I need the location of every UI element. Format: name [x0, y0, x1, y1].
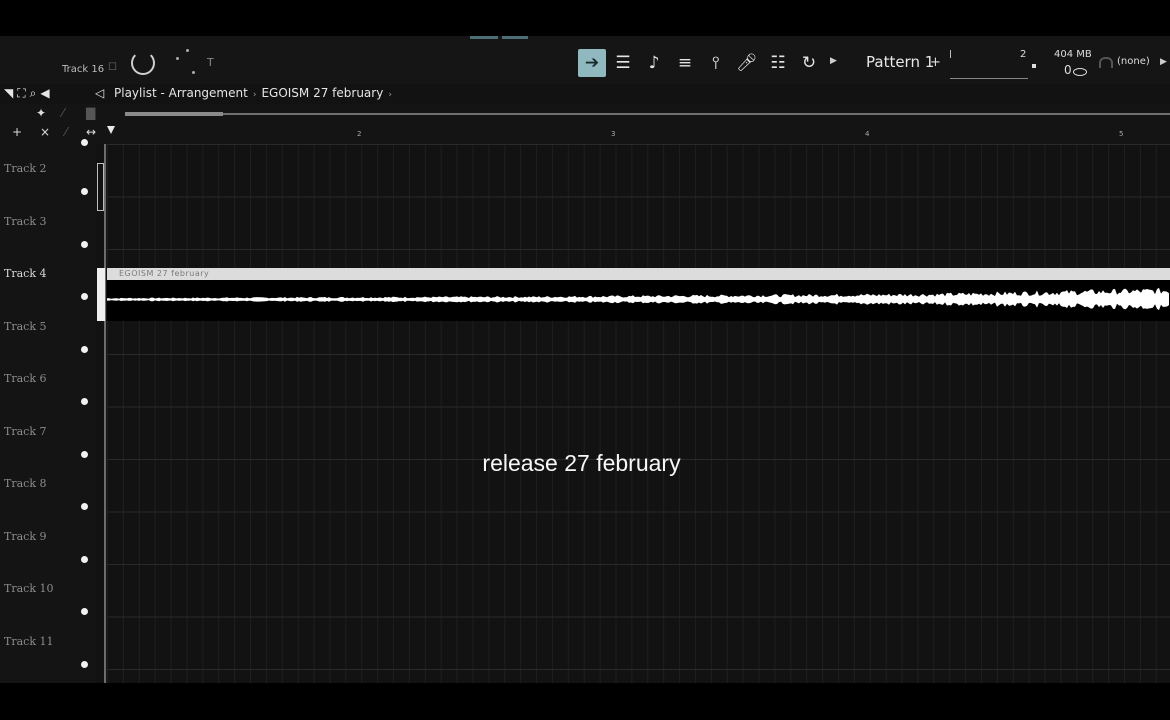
current-pattern[interactable]: EGOISM 27 february	[261, 86, 383, 100]
track-header[interactable]: Track 4	[0, 249, 96, 302]
pattern-number: 2	[1020, 49, 1027, 60]
track-name: Track 5	[4, 319, 47, 333]
track-header[interactable]: Track 10	[0, 564, 96, 617]
track-mute-led[interactable]	[81, 240, 88, 248]
breadcrumb-separator: ›	[388, 90, 392, 100]
clip-title: EGOISM 27 february	[119, 269, 210, 278]
clip-handle[interactable]	[97, 268, 105, 321]
arrangement-grid[interactable]	[107, 144, 1170, 683]
track-mute-led[interactable]	[81, 660, 88, 668]
breadcrumb: Playlist - Arrangement › EGOISM 27 februar…	[114, 86, 397, 100]
main-toolbar: Track 16 ☐ T ➔ ☰ ♪ ≡ ⫯ 🎤︎ ☷ ↻ ▶ Pattern …	[0, 36, 1170, 84]
track-mute-led[interactable]	[81, 188, 88, 195]
output-device[interactable]: (none)	[1117, 56, 1150, 67]
cpu-meter-icon	[1073, 68, 1087, 76]
speaker-icon[interactable]: ◀	[40, 86, 49, 101]
audio-clip[interactable]: EGOISM 27 february	[107, 268, 1170, 321]
playlist-title[interactable]: Playlist - Arrangement	[114, 86, 248, 100]
track-header[interactable]: Track 2	[0, 144, 96, 197]
track-mute-led[interactable]	[81, 398, 88, 405]
time-label: T	[207, 56, 214, 69]
draw-tool-icon[interactable]: ✦	[36, 106, 46, 120]
audio-waveform	[107, 287, 1169, 311]
track-scrollbar[interactable]	[97, 163, 104, 211]
track-header[interactable]: Track 6	[0, 354, 96, 407]
track-header[interactable]: Track 11	[0, 617, 96, 670]
pitch-knob[interactable]	[176, 49, 198, 75]
track-mute-led[interactable]	[81, 503, 88, 510]
waveform-shape	[107, 287, 1169, 311]
bar-number: 3	[611, 130, 616, 138]
track-header-strip	[96, 144, 104, 683]
pattern-selector[interactable]: Pattern 1	[866, 53, 934, 71]
track-name: Track 8	[4, 477, 47, 490]
piano-icon[interactable]: ▇	[86, 106, 95, 120]
mixer-icon[interactable]: ⫯	[702, 49, 730, 77]
bar-number: 2	[357, 130, 362, 138]
track-area: Track 2 Track 3 Track 4 Track 5 Track 6 …	[0, 139, 1170, 683]
track-name: Track 9	[4, 529, 47, 543]
horizontal-scrollbar[interactable]	[125, 112, 1170, 116]
playlist-header: ◥ ⛶ ⌕ ◀ ◁ Playlist - Arrangement › EGOISM …	[0, 84, 1170, 104]
track-mute-led[interactable]	[81, 345, 88, 353]
ruler-row: + × ⁄ ↔ 2 3 4 5	[0, 124, 1170, 144]
toolbar-shortcuts: ➔ ☰ ♪ ≡ ⫯ 🎤︎ ☷ ↻	[578, 49, 823, 77]
toolbar-indicator	[502, 36, 528, 39]
main-volume-knob[interactable]	[131, 51, 155, 75]
playhead-marker[interactable]	[107, 126, 115, 134]
pattern-slider[interactable]	[950, 48, 1028, 79]
track-label: Track 16	[62, 64, 105, 75]
pattern-prev-icon[interactable]: ▶	[830, 56, 837, 66]
track-name: Track 2	[4, 162, 47, 175]
microphone-icon[interactable]: 🎤︎	[733, 49, 761, 77]
channel-rack-icon[interactable]: ≡	[671, 49, 699, 77]
track-header[interactable]: Track 5	[0, 302, 96, 355]
track-header[interactable]: Track 9	[0, 512, 96, 565]
playlist-icon[interactable]: ☰	[609, 49, 637, 77]
loop-icon[interactable]: ↻	[795, 49, 823, 77]
options-arrow-icon[interactable]: ◥	[4, 86, 13, 101]
header-divider	[104, 144, 106, 683]
snap-icon[interactable]: ⛶	[17, 86, 25, 101]
track-mute-led[interactable]	[81, 293, 88, 300]
breadcrumb-separator: ›	[252, 90, 257, 100]
daw-window: Track 16 ☐ T ➔ ☰ ♪ ≡ ⫯ 🎤︎ ☷ ↻ ▶ Pattern …	[0, 36, 1170, 683]
tools-row: ✦ ⁄ ▇	[0, 104, 1170, 124]
slice-tool-icon[interactable]: ⁄	[62, 106, 64, 120]
cpu-value: 0	[1064, 63, 1072, 77]
browser-tree-icon[interactable]: ☷	[764, 49, 792, 77]
toolbar-indicator	[470, 36, 498, 39]
overlay-caption: release 27 february	[482, 450, 681, 476]
clip-title-bar[interactable]: EGOISM 27 february	[107, 268, 1170, 280]
pattern-dot	[1032, 64, 1036, 68]
track-name: Track 6	[4, 372, 47, 385]
playlist-tool-icons: ◥ ⛶ ⌕ ◀	[4, 86, 50, 101]
headphones-icon[interactable]	[1099, 57, 1113, 68]
scrollbar-thumb[interactable]	[125, 112, 223, 116]
bar-number: 4	[865, 130, 870, 138]
add-pattern-button[interactable]: +	[930, 55, 941, 70]
arrow-right-icon[interactable]: ➔	[578, 49, 606, 77]
lock-icon[interactable]: ☐	[108, 62, 117, 73]
track-name: Track 3	[4, 214, 47, 228]
piano-roll-icon[interactable]: ♪	[640, 49, 668, 77]
track-name: Track 7	[4, 424, 47, 438]
bar-number: 5	[1119, 130, 1124, 138]
toolbar-scroll-icon[interactable]: ▶	[1160, 57, 1167, 67]
track-mute-led[interactable]	[81, 608, 88, 615]
memory-usage: 404 MB	[1054, 49, 1092, 60]
track-header[interactable]: Track 3	[0, 197, 96, 250]
track-name: Track 4	[4, 267, 47, 280]
slider-tick	[950, 50, 951, 58]
zoom-icon[interactable]: ⌕	[30, 86, 37, 101]
timeline-ruler[interactable]: 2 3 4 5	[107, 124, 1170, 144]
playlist-menu-icon[interactable]: ◁	[95, 86, 104, 100]
track-name: Track 10	[4, 582, 54, 595]
track-name: Track 11	[4, 634, 54, 648]
track-mute-led[interactable]	[81, 555, 88, 563]
